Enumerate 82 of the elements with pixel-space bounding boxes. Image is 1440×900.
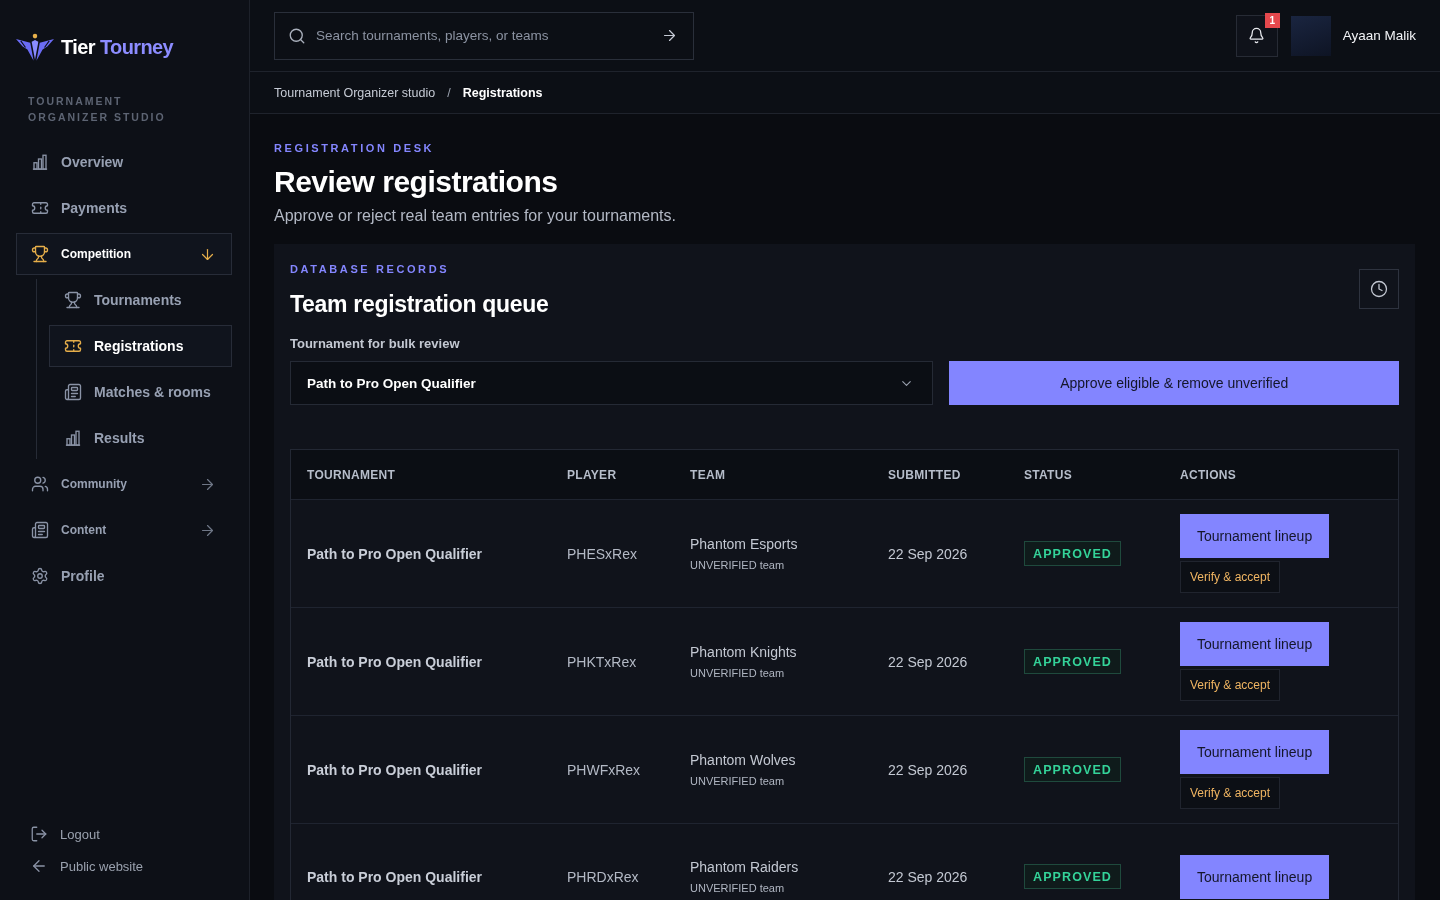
- lineup-button[interactable]: Tournament lineup: [1180, 514, 1330, 558]
- team-note: UNVERIFIED team: [690, 667, 785, 679]
- page-subtitle: Approve or reject real team entries for your tournaments.: [274, 206, 677, 226]
- team-name: Phantom Knights: [690, 644, 797, 660]
- search-field[interactable]: Search tournaments, players, or teams: [274, 11, 694, 60]
- player-cell: PHWFxRex: [567, 761, 641, 778]
- tournament-select[interactable]: Path to Pro Open Qualifier: [290, 361, 934, 405]
- trophy-icon: [31, 245, 49, 263]
- brand-name: Tier Tourney: [61, 35, 174, 59]
- verify-button[interactable]: Verify & accept: [1180, 561, 1281, 593]
- status-badge: APPROVED: [1024, 757, 1121, 782]
- user-name[interactable]: Ayaan Malik: [1342, 28, 1416, 43]
- card-title: Team registration queue: [290, 290, 549, 319]
- nav-subitem[interactable]: Matches & rooms: [49, 371, 232, 413]
- ticket-icon: [64, 337, 82, 355]
- nav-item[interactable]: Overview: [16, 141, 232, 183]
- verify-button[interactable]: Verify & accept: [1180, 777, 1281, 809]
- tournament-cell: Path to Pro Open Qualifier: [307, 653, 483, 670]
- clock-icon: [1370, 280, 1388, 298]
- tournament-cell: Path to Pro Open Qualifier: [307, 545, 483, 562]
- player-cell: PHRDxRex: [567, 868, 639, 885]
- breadcrumb-link[interactable]: Registrations: [462, 85, 543, 100]
- column-header: TOURNAMENT: [306, 467, 397, 482]
- users-icon: [31, 475, 49, 493]
- newspaper-icon: [31, 521, 49, 539]
- nav-item[interactable]: Community: [16, 463, 232, 505]
- breadcrumb-separator: /: [447, 85, 451, 100]
- bar-chart-icon: [31, 153, 49, 171]
- date-cell: 22 Sep 2026: [888, 761, 968, 778]
- page-eyebrow: REGISTRATION DESK: [274, 141, 436, 155]
- nav-item[interactable]: Profile: [16, 555, 232, 597]
- team-note: UNVERIFIED team: [690, 559, 785, 571]
- status-badge: APPROVED: [1024, 649, 1121, 674]
- section-label: TOURNAMENT ORGANIZER STUDIO: [28, 94, 167, 125]
- date-cell: 22 Sep 2026: [888, 545, 968, 562]
- player-cell: PHESxRex: [567, 545, 638, 562]
- settings-icon: [31, 567, 49, 585]
- team-name: Phantom Wolves: [690, 752, 796, 768]
- status-badge: APPROVED: [1024, 864, 1121, 889]
- breadcrumb-link[interactable]: Tournament Organizer studio: [274, 85, 436, 100]
- lineup-button[interactable]: Tournament lineup: [1180, 622, 1330, 666]
- column-header: PLAYER: [566, 467, 618, 482]
- column-header: STATUS: [1023, 467, 1074, 482]
- nav-item[interactable]: Competition: [16, 233, 232, 275]
- team-name: Phantom Esports: [690, 536, 798, 552]
- date-cell: 22 Sep 2026: [888, 868, 968, 885]
- clock-button[interactable]: [1359, 269, 1399, 309]
- card-eyebrow: DATABASE RECORDS: [290, 262, 451, 276]
- page-title: Review registrations: [274, 164, 559, 200]
- status-badge: APPROVED: [1024, 541, 1121, 566]
- team-name: Phantom Raiders: [690, 859, 799, 875]
- sidebar-link[interactable]: Public website: [16, 850, 232, 882]
- column-header: SUBMITTED: [887, 467, 962, 482]
- lineup-button[interactable]: Tournament lineup: [1180, 730, 1330, 774]
- team-note: UNVERIFIED team: [690, 882, 785, 894]
- sidebar-link[interactable]: Logout: [16, 818, 232, 850]
- nav-subitem[interactable]: Results: [49, 417, 232, 459]
- team-note: UNVERIFIED team: [690, 775, 785, 787]
- search-icon: [288, 26, 306, 45]
- notification-count: 1: [1264, 12, 1280, 28]
- bar-chart-icon: [64, 429, 82, 447]
- nav-item[interactable]: Content: [16, 509, 232, 551]
- bulk-approve-button[interactable]: Approve eligible & remove unverified: [949, 361, 1399, 405]
- trophy-icon: [64, 291, 82, 309]
- nav-subitem[interactable]: Registrations: [49, 325, 232, 367]
- column-header: ACTIONS: [1179, 467, 1238, 482]
- date-cell: 22 Sep 2026: [888, 653, 968, 670]
- column-header: TEAM: [689, 467, 727, 482]
- lineup-button[interactable]: Tournament lineup: [1180, 854, 1330, 899]
- newspaper-icon: [64, 383, 82, 401]
- player-cell: PHKTxRex: [567, 653, 637, 670]
- bell-icon: [1248, 27, 1266, 44]
- notifications-button[interactable]: 1: [1235, 14, 1278, 57]
- verify-button[interactable]: Verify & accept: [1180, 669, 1281, 701]
- nav-item[interactable]: Payments: [16, 187, 232, 229]
- nav-subitem[interactable]: Tournaments: [49, 279, 232, 321]
- ticket-icon: [31, 199, 49, 217]
- tournament-cell: Path to Pro Open Qualifier: [307, 761, 483, 778]
- logout-icon: [30, 825, 48, 843]
- field-label: Tournament for bulk review: [290, 336, 461, 352]
- tournament-cell: Path to Pro Open Qualifier: [307, 868, 483, 885]
- logo-icon: [16, 32, 54, 62]
